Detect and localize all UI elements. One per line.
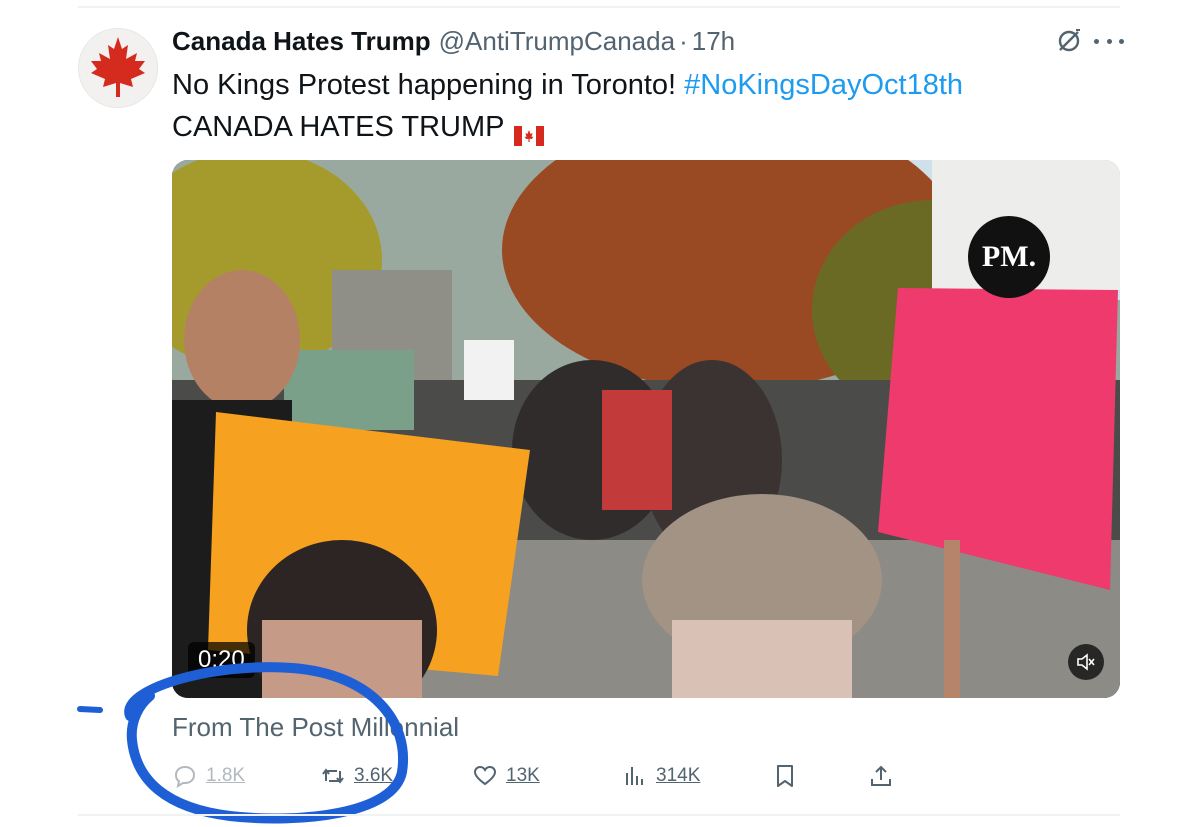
video-player[interactable]: PM. 0:20 [172,160,1120,698]
canada-flag-icon [514,116,545,147]
author-name[interactable]: Canada Hates Trump [172,26,431,57]
repost-button[interactable]: 3.6K [320,758,393,794]
action-bar: 1.8K 3.6K 13K 314K [172,758,912,794]
reply-button[interactable]: 1.8K [172,758,245,794]
like-count: 13K [506,765,540,786]
repost-count: 3.6K [354,765,394,786]
views-button[interactable]: 314K [622,758,700,794]
tweet-text: No Kings Protest happening in Toronto! #… [172,64,963,148]
muted-speaker-icon[interactable] [1068,644,1104,680]
heart-icon [473,765,497,786]
more-dots-icon[interactable] [1094,28,1124,54]
bar-chart-icon [626,767,643,785]
tweet-text-body: No Kings Protest happening in Toronto! [172,69,677,101]
share-button[interactable] [868,758,894,794]
like-button[interactable]: 13K [472,758,540,794]
video-duration: 0:20 [188,642,255,678]
tweet-text-line-2: CANADA HATES TRUMP [172,106,963,148]
bookmark-icon [777,765,793,787]
top-divider [78,6,1120,8]
tweet-text-shout: CANADA HATES TRUMP [172,111,505,143]
post-millennial-watermark: PM. [968,216,1050,298]
timestamp[interactable]: 17h [692,26,735,57]
view-count: 314K [656,765,701,786]
share-upload-icon [871,765,891,786]
grok-icon[interactable] [1056,28,1082,54]
hashtag-link[interactable]: #NoKingsDayOct18th [684,69,963,101]
header-separator: · [679,25,688,56]
speech-bubble-icon [174,765,196,789]
tweet-text-line-1: No Kings Protest happening in Toronto! #… [172,64,963,106]
reply-count: 1.8K [206,765,246,786]
author-handle[interactable]: @AntiTrumpCanada [439,26,675,57]
repost-arrows-icon [322,768,344,784]
avatar[interactable] [78,28,158,108]
bottom-divider [78,814,1120,816]
maple-leaf-avatar-icon [79,29,157,107]
tweet-header: Canada Hates Trump @AntiTrumpCanada · 17… [172,24,735,58]
media-source-attribution[interactable]: From The Post Millennial [172,712,459,743]
bookmark-button[interactable] [772,758,798,794]
